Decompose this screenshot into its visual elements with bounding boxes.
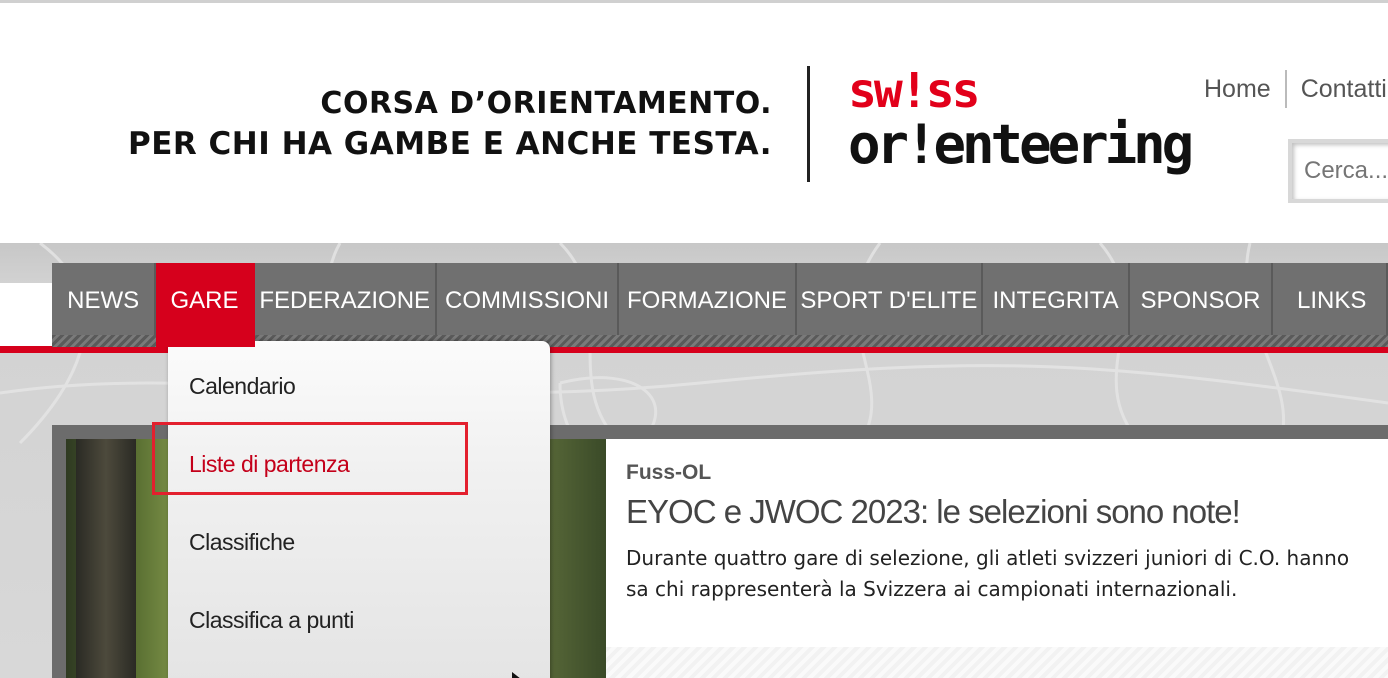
- slogan-line-2: PER CHI HA GAMBE E ANCHE TESTA.: [128, 126, 772, 162]
- top-links: Home Contatti: [1190, 70, 1388, 108]
- article-excerpt-line-1: Durante quattro gare di selezione, gli a…: [626, 546, 1350, 570]
- slogan: CORSA D’ORIENTAMENTO. PER CHI HA GAMBE E…: [60, 85, 772, 165]
- highlight-box: [152, 422, 468, 495]
- tree-trunk-image: [76, 439, 136, 678]
- contatti-link[interactable]: Contatti: [1287, 75, 1388, 104]
- article-footer-hatch: [606, 647, 1388, 678]
- gare-dropdown-menu: Calendario Liste di partenza Classifiche…: [168, 341, 550, 678]
- article-excerpt-line-2: sa chi rappresenterà la Svizzera ai camp…: [626, 577, 1238, 601]
- article-excerpt: Durante quattro gare di selezione, gli a…: [626, 543, 1388, 605]
- nav-sponsor[interactable]: SPONSOR: [1130, 263, 1274, 347]
- nav-sport-elite[interactable]: SPORT D'ELITE: [797, 263, 984, 347]
- search-input[interactable]: [1292, 143, 1388, 199]
- menu-item-classifiche[interactable]: Classifiche: [189, 529, 295, 556]
- search-box: [1288, 139, 1388, 203]
- logo-orienteering-text[interactable]: or!enteering: [848, 114, 1194, 176]
- slogan-line-1: CORSA D’ORIENTAMENTO.: [320, 86, 772, 121]
- main-nav: NEWS GARE FEDERAZIONE COMMISSIONI FORMAZ…: [52, 263, 1388, 347]
- logo-swiss-text[interactable]: sw!ss: [848, 66, 980, 116]
- nav-commissioni[interactable]: COMMISSIONI: [437, 263, 620, 347]
- nav-news[interactable]: NEWS: [52, 263, 157, 347]
- nav-formazione[interactable]: FORMAZIONE: [619, 263, 797, 347]
- nav-integrita[interactable]: INTEGRITA: [983, 263, 1130, 347]
- submenu-arrow-icon[interactable]: [512, 672, 521, 678]
- article-card: Fuss-OL EYOC e JWOC 2023: le selezioni s…: [606, 439, 1388, 678]
- nav-gare[interactable]: GARE: [156, 263, 255, 347]
- logo-divider: [807, 66, 810, 182]
- nav-links[interactable]: LINKS: [1273, 263, 1388, 347]
- home-link[interactable]: Home: [1190, 75, 1285, 104]
- article-category: Fuss-OL: [626, 461, 712, 484]
- menu-item-classifica-a-punti[interactable]: Classifica a punti: [189, 607, 354, 634]
- nav-federazione[interactable]: FEDERAZIONE: [255, 263, 437, 347]
- menu-item-calendario[interactable]: Calendario: [189, 373, 296, 400]
- nav-left-spacer: [0, 283, 52, 347]
- article-title[interactable]: EYOC e JWOC 2023: le selezioni sono note…: [626, 493, 1241, 531]
